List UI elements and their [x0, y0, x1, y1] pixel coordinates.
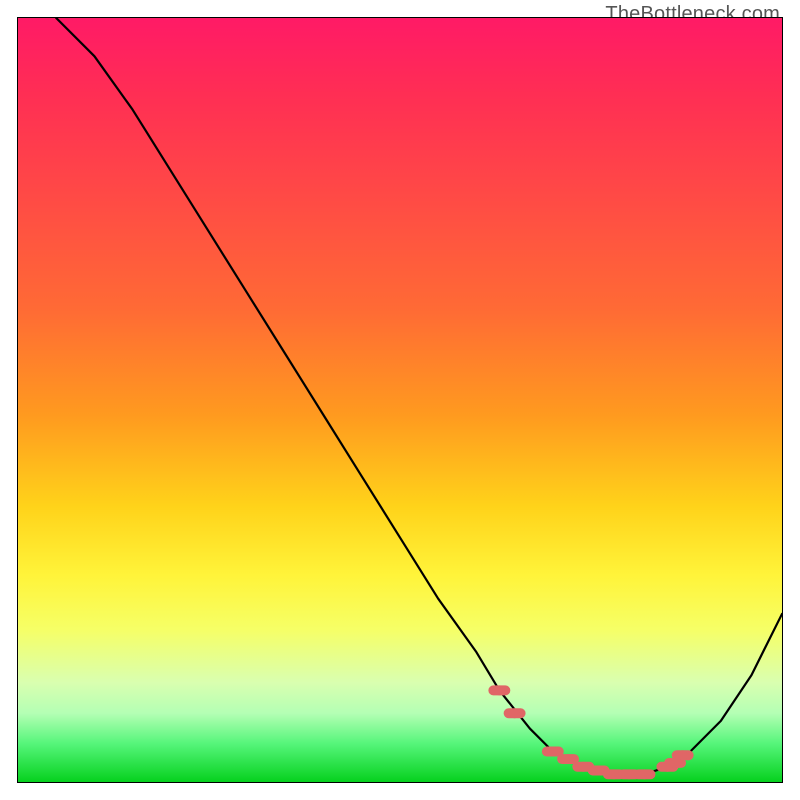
- marker-dot: [678, 750, 688, 760]
- marker-dot: [594, 766, 604, 776]
- marker-dot: [609, 769, 619, 779]
- plot-area: [17, 17, 783, 783]
- marker-dot: [639, 769, 649, 779]
- marker-dot: [494, 685, 504, 695]
- curve-layer: [18, 18, 782, 782]
- marker-dot: [563, 754, 573, 764]
- curve-markers: [493, 685, 688, 779]
- bottleneck-curve: [56, 18, 782, 774]
- marker-dot: [578, 762, 588, 772]
- marker-dot: [510, 708, 520, 718]
- marker-dot: [548, 746, 558, 756]
- chart-frame: TheBottleneck.com: [0, 0, 800, 800]
- marker-dot: [624, 769, 634, 779]
